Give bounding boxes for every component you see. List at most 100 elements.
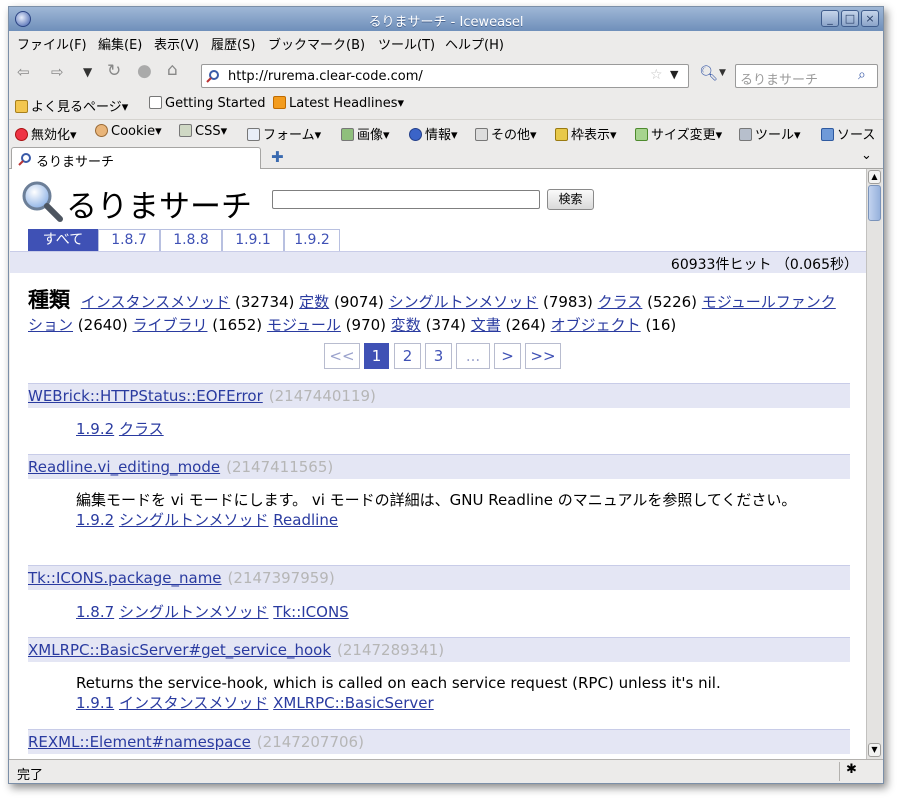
dev-label: 情報	[425, 128, 452, 143]
facet-module[interactable]: モジュール	[267, 316, 341, 334]
pencil-icon	[555, 128, 568, 141]
facet-variable[interactable]: 変数	[391, 316, 421, 334]
pager-page-3[interactable]: 3	[425, 343, 452, 369]
info-icon	[409, 128, 422, 141]
result-owner[interactable]: Readline	[273, 511, 338, 529]
tab-strip: るりまサーチ ✚ ⌄	[9, 145, 883, 170]
result-version[interactable]: 1.9.1	[76, 694, 114, 712]
pager-page-1[interactable]: 1	[364, 343, 389, 369]
dev-disable[interactable]: 無効化▾	[15, 124, 77, 143]
tab-list-icon[interactable]: ⌄	[861, 148, 872, 163]
facet-object[interactable]: オブジェクト	[551, 316, 641, 334]
dev-label: 枠表示	[571, 128, 611, 143]
facet-document[interactable]: 文書	[471, 316, 501, 334]
bookmark-latest-headlines[interactable]: Latest Headlines▾	[273, 96, 404, 111]
dev-forms[interactable]: フォーム▾	[247, 124, 321, 143]
result-owner[interactable]: XMLRPC::BasicServer	[273, 694, 434, 712]
search-engine-icon[interactable]: 🔍︎	[699, 64, 718, 82]
version-tab-1-9-1[interactable]: 1.9.1	[222, 229, 284, 251]
reload-icon[interactable]: ↻	[107, 61, 121, 81]
hit-summary: 60933件ヒット （0.065秒）	[670, 257, 858, 273]
facet-constant[interactable]: 定数	[299, 293, 329, 311]
dev-cookie[interactable]: Cookie▾	[95, 124, 162, 139]
result-title[interactable]: Tk::ICONS.package_name	[28, 569, 222, 587]
search-button[interactable]: 検索	[547, 189, 594, 210]
bug-icon[interactable]: ✱	[839, 762, 863, 781]
url-dropdown-icon[interactable]: ▼	[670, 68, 678, 81]
scroll-down-icon[interactable]: ▼	[868, 743, 881, 757]
search-go-icon[interactable]: ⌕	[858, 67, 866, 83]
pager-last[interactable]: >>	[525, 343, 561, 369]
result-version[interactable]: 1.8.7	[76, 603, 114, 621]
bookmark-most-visited[interactable]: よく見るページ▾	[15, 96, 128, 115]
title-bar: るりまサーチ - Iceweasel _ □ ×	[9, 7, 883, 31]
back-icon[interactable]: ⇦	[17, 63, 30, 81]
search-engine-dropdown-icon[interactable]: ▼	[719, 68, 726, 78]
version-tab-1-9-2[interactable]: 1.9.2	[284, 229, 340, 251]
dev-misc[interactable]: その他▾	[475, 124, 537, 143]
menu-view[interactable]: 表示(V)	[154, 34, 199, 53]
dev-source[interactable]: ソース	[821, 124, 875, 143]
vertical-scrollbar[interactable]: ▲ ▼	[866, 169, 882, 759]
result-kind[interactable]: シングルトンメソッド	[119, 603, 269, 621]
facet-count: (5226)	[647, 293, 698, 311]
version-tab-1-8-8[interactable]: 1.8.8	[160, 229, 222, 251]
result-version[interactable]: 1.9.2	[76, 420, 114, 438]
source-icon	[821, 128, 834, 141]
bookmark-label: Latest Headlines	[289, 96, 398, 111]
scroll-up-icon[interactable]: ▲	[868, 170, 881, 184]
new-tab-icon[interactable]: ✚	[271, 148, 284, 166]
facet-instance-method[interactable]: インスタンスメソッド	[81, 293, 230, 311]
close-button[interactable]: ×	[861, 10, 879, 27]
result-title[interactable]: REXML::Element#namespace	[28, 733, 251, 751]
menu-bookmarks[interactable]: ブックマーク(B)	[268, 34, 365, 53]
pager-page-2[interactable]: 2	[394, 343, 421, 369]
menu-history[interactable]: 履歴(S)	[211, 34, 255, 53]
dev-css[interactable]: CSS▾	[179, 124, 227, 139]
version-tab-all[interactable]: すべて	[28, 229, 98, 251]
bookmarks-toolbar: よく見るページ▾ Getting Started Latest Headline…	[9, 93, 883, 117]
version-tab-1-8-7[interactable]: 1.8.7	[98, 229, 160, 251]
menu-edit[interactable]: 編集(E)	[98, 34, 142, 53]
facet-library[interactable]: ライブラリ	[132, 316, 207, 334]
forward-icon[interactable]: ⇨	[51, 63, 64, 81]
result-title[interactable]: WEBrick::HTTPStatus::EOFError	[28, 387, 263, 405]
maximize-button[interactable]: □	[841, 10, 859, 27]
menu-file[interactable]: ファイル(F)	[17, 34, 87, 53]
pager-first[interactable]: <<	[324, 343, 360, 369]
search-box[interactable]: るりまサーチ ⌕	[735, 64, 878, 88]
facet-singleton-method[interactable]: シングルトンメソッド	[389, 293, 539, 311]
scroll-thumb[interactable]	[868, 185, 881, 221]
history-dropdown-icon[interactable]: ▼	[83, 65, 92, 79]
pager-next[interactable]: >	[494, 343, 521, 369]
stop-icon[interactable]: ●	[137, 61, 152, 81]
bookmark-star-icon[interactable]: ☆	[650, 67, 663, 83]
result-version[interactable]: 1.9.2	[76, 511, 114, 529]
home-icon[interactable]: ⌂	[167, 60, 178, 80]
bookmark-getting-started[interactable]: Getting Started	[149, 96, 266, 111]
hit-summary-bar: 60933件ヒット （0.065秒）	[10, 251, 866, 273]
result-kind[interactable]: シングルトンメソッド	[119, 511, 269, 529]
css-icon	[179, 124, 192, 137]
facet-class[interactable]: クラス	[598, 293, 643, 311]
menu-help[interactable]: ヘルプ(H)	[445, 34, 504, 53]
dev-resize[interactable]: サイズ変更▾	[635, 124, 722, 143]
dev-outline[interactable]: 枠表示▾	[555, 124, 617, 143]
query-input[interactable]	[272, 190, 540, 209]
minimize-button[interactable]: _	[821, 10, 839, 27]
url-bar[interactable]: http://rurema.clear-code.com/ ☆ ▼	[201, 64, 689, 88]
tab-rurema[interactable]: るりまサーチ	[11, 147, 261, 170]
result-owner[interactable]: Tk::ICONS	[273, 603, 348, 621]
bookmark-label: よく見るページ	[31, 100, 122, 115]
dev-tools[interactable]: ツール▾	[739, 124, 801, 143]
dev-information[interactable]: 情報▾	[409, 124, 458, 143]
result-title[interactable]: Readline.vi_editing_mode	[28, 458, 220, 476]
result-title[interactable]: XMLRPC::BasicServer#get_service_hook	[28, 641, 331, 659]
dev-images[interactable]: 画像▾	[341, 124, 390, 143]
search-placeholder[interactable]: るりまサーチ	[740, 69, 818, 88]
result-kind[interactable]: インスタンスメソッド	[119, 694, 268, 712]
result-kind[interactable]: クラス	[119, 420, 164, 438]
url-text[interactable]: http://rurema.clear-code.com/	[228, 69, 423, 84]
disable-icon	[15, 128, 28, 141]
menu-tools[interactable]: ツール(T)	[378, 34, 435, 53]
